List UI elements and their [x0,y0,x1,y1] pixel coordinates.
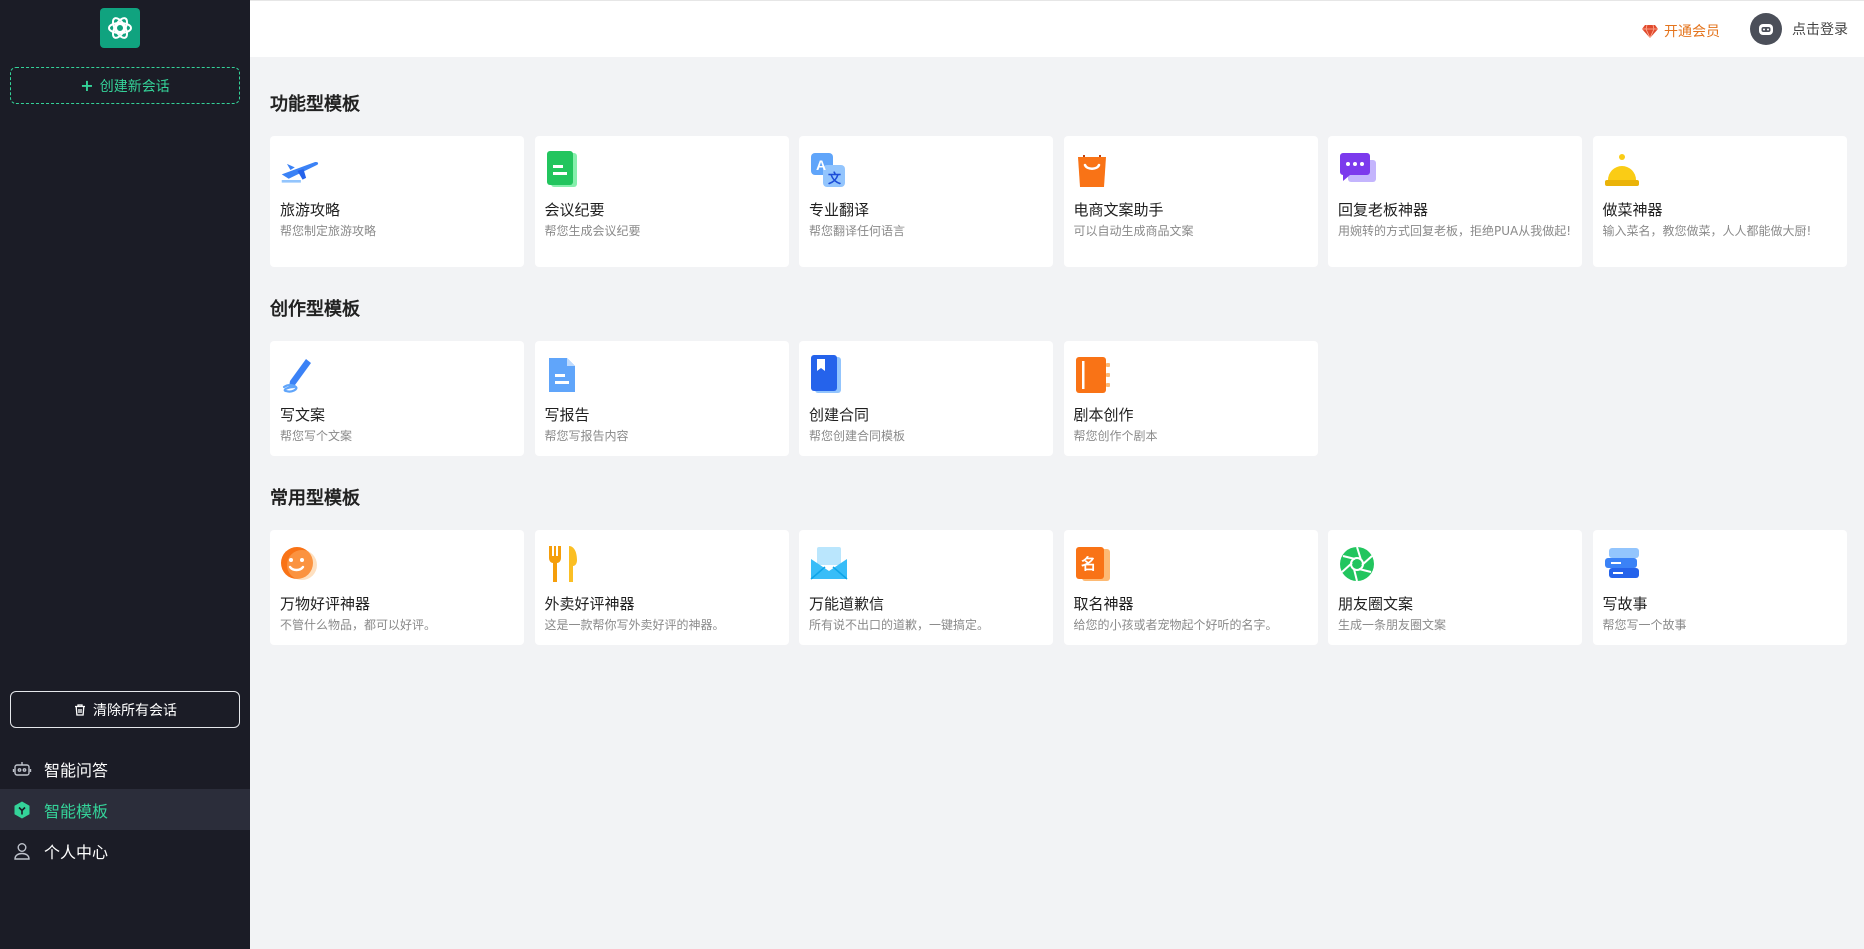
card-desc: 可以自动生成商品文案 [1073,224,1194,238]
card-desc: 用婉转的方式回复老板，拒绝PUA从我做起! [1338,224,1572,238]
nav-item-label: 个人中心 [44,842,109,862]
diamond-icon [1642,24,1658,38]
template-card-travel[interactable]: 旅游攻略 帮您制定旅游攻略 [270,136,524,267]
contract-book-icon [809,355,849,395]
card-desc: 输入菜名，教您做菜，人人都能做大厨! [1602,224,1812,238]
card-desc: 这是一款帮你写外卖好评的神器。 [544,618,725,632]
card-title: 朋友圈文案 [1338,595,1414,613]
card-title: 会议纪要 [544,201,605,219]
card-title: 回复老板神器 [1338,201,1429,219]
nav-item-personal-center[interactable]: 个人中心 [0,830,250,871]
card-title: 万物好评神器 [280,595,371,613]
template-card-reply-boss[interactable]: 回复老板神器 用婉转的方式回复老板，拒绝PUA从我做起! [1328,136,1582,267]
card-title: 专业翻译 [809,201,870,219]
template-card-universal-review[interactable]: 万物好评神器 不管什么物品，都可以好评。 [270,530,524,645]
trash-icon [75,703,85,716]
clear-all-label: 清除所有会话 [93,702,177,719]
new-chat-label: 创建新会话 [99,78,170,95]
card-desc: 所有说不出口的道歉，一键搞定。 [809,618,990,632]
pen-icon [280,355,320,395]
user-icon [14,842,30,860]
template-card-script-writing[interactable]: 剧本创作 帮您创作个剧本 [1063,341,1318,456]
card-desc: 帮您生成会议纪要 [544,224,641,238]
card-title: 写文案 [280,406,326,424]
functional-templates-grid: 旅游攻略 帮您制定旅游攻略 会议纪要 帮您生成会议纪要 A文 专业翻译 帮您翻译… [270,136,1847,267]
card-title: 剧本创作 [1073,406,1134,424]
template-card-write-copy[interactable]: 写文案 帮您写个文案 [270,341,524,456]
envelope-icon [809,544,849,584]
card-desc: 帮您写个文案 [280,429,353,443]
avatar [1750,13,1782,45]
template-card-write-story[interactable]: 写故事 帮您写一个故事 [1592,530,1847,645]
books-icon [1603,544,1643,584]
robot-avatar-icon [1759,24,1773,35]
template-card-ecommerce-copy[interactable]: 电商文案助手 可以自动生成商品文案 [1063,136,1318,267]
template-card-translation[interactable]: A文 专业翻译 帮您翻译任何语言 [799,136,1053,267]
card-title: 写故事 [1602,595,1648,613]
card-title: 写报告 [544,406,590,424]
template-card-create-contract[interactable]: 创建合同 帮您创建合同模板 [799,341,1053,456]
report-icon [545,355,585,395]
top-header: 开通会员 点击登录 [250,0,1864,57]
section-title-creative: 创作型模板 [270,299,360,320]
card-desc: 帮您翻译任何语言 [809,224,906,238]
svg-text:A: A [816,157,826,173]
card-desc: 生成一条朋友圈文案 [1338,618,1447,632]
template-card-moments-copy[interactable]: 朋友圈文案 生成一条朋友圈文案 [1328,530,1582,645]
document-icon [545,150,585,190]
login-label: 点击登录 [1792,22,1848,38]
card-desc: 帮您创作个剧本 [1073,429,1158,443]
fork-knife-icon [545,544,585,584]
card-desc: 帮您创建合同模板 [809,429,906,443]
card-title: 外卖好评神器 [544,595,635,613]
vip-label: 开通会员 [1664,24,1720,40]
shopping-bag-icon [1074,150,1114,190]
template-card-naming[interactable]: 名 取名神器 给您的小孩或者宠物起个好听的名字。 [1063,530,1318,645]
aperture-icon [1338,544,1378,584]
template-card-takeout-review[interactable]: 外卖好评神器 这是一款帮你写外卖好评的神器。 [534,530,789,645]
login-button[interactable]: 点击登录 [1750,13,1848,45]
section-title-functional: 功能型模板 [270,94,360,115]
nav-item-label: 智能模板 [44,801,109,821]
nav-item-label: 智能问答 [44,760,109,780]
translate-icon: A文 [809,150,849,190]
openai-logo-icon[interactable] [100,8,140,48]
template-icon [14,801,30,818]
new-chat-button[interactable]: + 创建新会话 [10,67,240,104]
svg-text:名: 名 [1081,555,1096,573]
template-card-apology-letter[interactable]: 万能道歉信 所有说不出口的道歉，一键搞定。 [799,530,1053,645]
card-desc: 不管什么物品，都可以好评。 [280,618,437,632]
template-card-write-report[interactable]: 写报告 帮您写报告内容 [534,341,789,456]
sidebar: + 创建新会话 清除所有会话 智能问答 智能模板 个人中心 [0,0,250,949]
cloche-icon [1603,150,1643,190]
name-tag-icon: 名 [1074,544,1114,584]
robot-icon [12,761,32,776]
nav-item-smart-qa[interactable]: 智能问答 [0,748,250,789]
card-desc: 帮您写报告内容 [544,429,629,443]
vip-membership-button[interactable]: 开通会员 [1642,21,1720,41]
notebook-icon [1074,355,1114,395]
creative-templates-grid: 写文案 帮您写个文案 写报告 帮您写报告内容 创建合同 帮您创建合同模板 剧本创… [270,341,1847,456]
card-title: 做菜神器 [1602,201,1663,219]
card-title: 取名神器 [1073,595,1134,613]
template-card-meeting-notes[interactable]: 会议纪要 帮您生成会议纪要 [534,136,789,267]
plus-icon: + [80,75,94,95]
card-title: 旅游攻略 [280,201,341,219]
card-title: 万能道歉信 [809,595,885,613]
card-desc: 帮您写一个故事 [1602,618,1687,632]
card-title: 电商文案助手 [1073,201,1164,219]
chat-bubble-icon [1338,150,1378,190]
smiley-icon [280,544,320,584]
nav-item-smart-templates[interactable]: 智能模板 [0,789,250,830]
card-title: 创建合同 [809,406,870,424]
svg-text:文: 文 [828,171,842,186]
common-templates-grid: 万物好评神器 不管什么物品，都可以好评。 外卖好评神器 这是一款帮你写外卖好评的… [270,530,1847,645]
card-desc: 给您的小孩或者宠物起个好听的名字。 [1073,618,1278,632]
sidebar-nav: 智能问答 智能模板 个人中心 [0,748,250,871]
section-title-common: 常用型模板 [270,488,360,509]
card-desc: 帮您制定旅游攻略 [280,224,377,238]
airplane-icon [280,150,320,190]
template-card-cooking[interactable]: 做菜神器 输入菜名，教您做菜，人人都能做大厨! [1592,136,1847,267]
clear-all-chats-button[interactable]: 清除所有会话 [10,691,240,728]
